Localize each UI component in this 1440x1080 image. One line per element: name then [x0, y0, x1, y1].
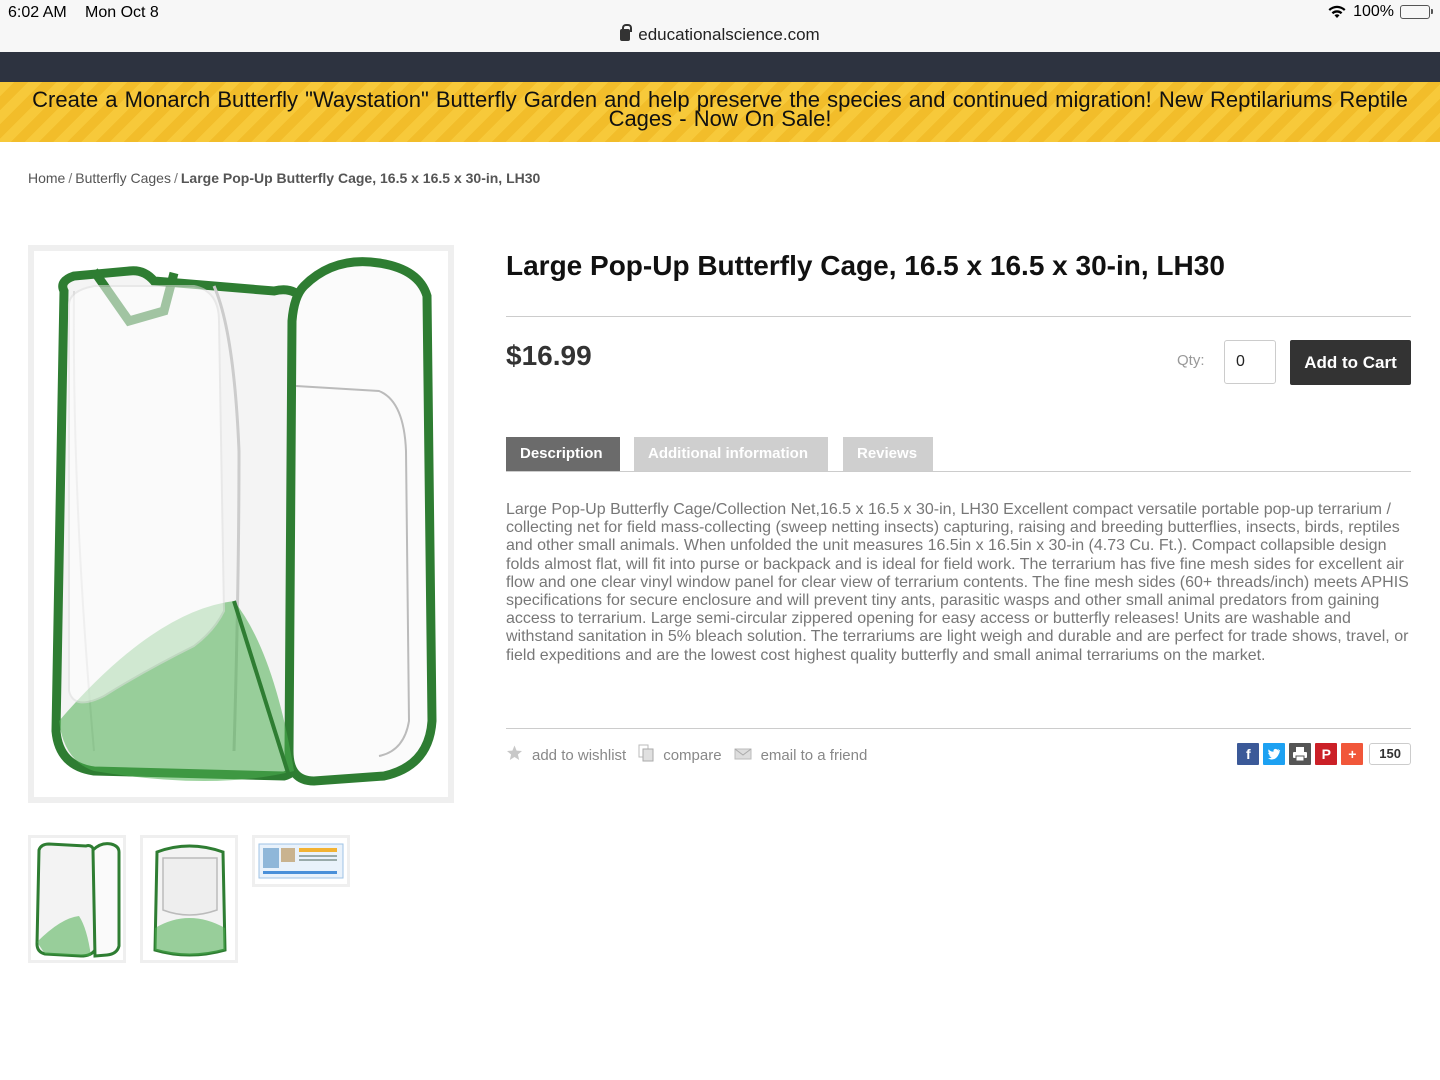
divider [506, 728, 1411, 729]
battery-icon [1400, 5, 1433, 19]
thumbnail-strip [28, 835, 350, 963]
breadcrumb-separator: / [68, 170, 73, 186]
thumbnail-2[interactable] [140, 835, 238, 963]
address-bar[interactable]: educationalscience.com [0, 24, 1440, 45]
breadcrumb-separator: / [173, 170, 178, 186]
product-title: Large Pop-Up Butterfly Cage, 16.5 x 16.5… [506, 250, 1225, 281]
email-friend-link[interactable]: email to a friend [734, 746, 868, 764]
compare-label: compare [663, 746, 722, 764]
pinterest-icon[interactable]: P [1315, 743, 1338, 765]
share-buttons: f P + 150 [1237, 743, 1411, 765]
breadcrumb-category[interactable]: Butterfly Cages [75, 170, 171, 186]
share-more-icon[interactable]: + [1341, 743, 1364, 765]
lock-icon [620, 24, 633, 41]
quantity-input[interactable] [1224, 340, 1276, 384]
status-time: 6:02 AM [8, 4, 67, 21]
share-count: 150 [1369, 743, 1411, 765]
promo-banner-text: Create a Monarch Butterfly "Waystation" … [32, 87, 1408, 131]
thumbnail-3[interactable] [252, 835, 350, 887]
breadcrumb-home[interactable]: Home [28, 170, 65, 186]
product-tabs: Description Additional information Revie… [506, 437, 1411, 472]
breadcrumb: Home / Butterfly Cages / Large Pop-Up Butter… [28, 170, 540, 186]
status-date: Mon Oct 8 [85, 4, 159, 21]
add-to-cart-button[interactable]: Add to Cart [1290, 340, 1411, 385]
url-text: educationalscience.com [638, 25, 820, 44]
twitter-icon[interactable] [1263, 743, 1286, 765]
facebook-icon[interactable]: f [1237, 743, 1260, 765]
status-indicators: 100% [1327, 3, 1433, 21]
tab-reviews[interactable]: Reviews [843, 437, 933, 471]
add-to-wishlist-link[interactable]: add to wishlist [506, 745, 626, 765]
promo-banner[interactable]: Create a Monarch Butterfly "Waystation" … [0, 82, 1440, 142]
print-icon[interactable] [1289, 743, 1312, 765]
compare-icon [638, 744, 654, 766]
product-main-image[interactable] [28, 245, 454, 803]
product-price: $16.99 [506, 340, 592, 371]
tab-description[interactable]: Description [506, 437, 620, 471]
compare-link[interactable]: compare [638, 744, 722, 766]
battery-percent: 100% [1353, 3, 1394, 20]
tab-additional-information[interactable]: Additional information [634, 437, 828, 471]
wifi-icon [1327, 5, 1347, 19]
breadcrumb-current: Large Pop-Up Butterfly Cage, 16.5 x 16.5… [180, 170, 541, 186]
qty-label: Qty: [1177, 352, 1205, 369]
thumbnail-1[interactable] [28, 835, 126, 963]
status-bar: 6:02 AM Mon Oct 8 educationalscience.com… [0, 0, 1440, 52]
product-actions: add to wishlist compare email to a frien… [506, 744, 879, 766]
star-icon [506, 745, 523, 765]
divider [506, 316, 1411, 317]
envelope-icon [734, 747, 752, 764]
email-label: email to a friend [760, 746, 868, 764]
product-description: Large Pop-Up Butterfly Cage/Collection N… [506, 501, 1409, 664]
wishlist-label: add to wishlist [532, 746, 627, 764]
site-header-bar [0, 52, 1440, 82]
